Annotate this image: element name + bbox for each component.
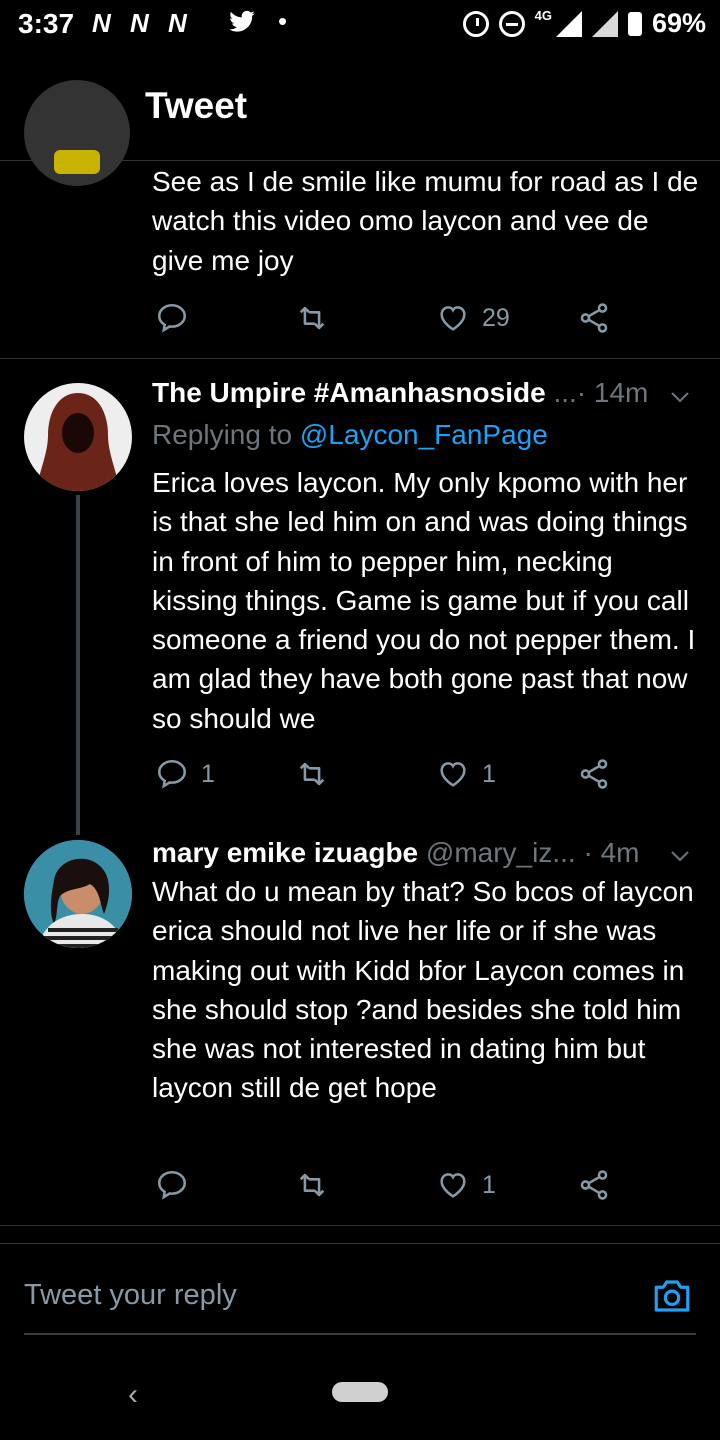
thread-line bbox=[76, 495, 80, 835]
tweet-time: · 4m bbox=[583, 837, 640, 868]
retweet-icon bbox=[299, 306, 325, 330]
camera-icon[interactable] bbox=[650, 1275, 694, 1317]
reply-icon bbox=[157, 303, 187, 333]
status-bar: 3:37 N N N • 4G 69% bbox=[0, 0, 720, 50]
tweet-text: What do u mean by that? So bcos of layco… bbox=[152, 876, 694, 1104]
status-right: 4G 69% bbox=[462, 8, 706, 39]
like-count: 1 bbox=[482, 759, 496, 788]
mention-link[interactable]: @Laycon_FanPage bbox=[300, 419, 548, 450]
page-title: Tweet bbox=[145, 85, 248, 126]
retweet-button[interactable] bbox=[295, 757, 341, 791]
reply-button[interactable]: 1 bbox=[155, 757, 215, 791]
nav-home-pill[interactable] bbox=[332, 1382, 388, 1402]
signal-icon-2 bbox=[591, 10, 618, 37]
retweet-icon bbox=[299, 1173, 325, 1197]
nav-back-icon[interactable]: ‹ bbox=[128, 1378, 138, 1412]
reply-button[interactable] bbox=[155, 1168, 201, 1202]
avatar[interactable] bbox=[24, 80, 130, 186]
reply-input[interactable]: Tweet your reply bbox=[24, 1279, 237, 1312]
like-button[interactable]: 29 bbox=[436, 301, 510, 335]
tweet-0[interactable]: See as I de smile like mumu for road as … bbox=[0, 80, 720, 358]
tweet-text: See as I de smile like mumu for road as … bbox=[152, 166, 699, 276]
battery-level: 69% bbox=[651, 8, 706, 38]
tweet-header: mary emike izuagbe @mary_iz... · 4m bbox=[152, 837, 657, 869]
author-name[interactable]: mary emike izuagbe bbox=[152, 837, 418, 868]
like-button[interactable]: 1 bbox=[436, 1168, 496, 1202]
tweet-header: The Umpire #Amanhasnoside ...· 14m bbox=[152, 377, 648, 409]
tweet-2[interactable]: mary emike izuagbe @mary_iz... · 4m What… bbox=[0, 830, 720, 1225]
heart-icon bbox=[440, 762, 466, 787]
reply-composer[interactable]: Tweet your reply bbox=[24, 1275, 696, 1335]
tweet-time: ...· 14m bbox=[553, 377, 649, 408]
retweet-icon bbox=[299, 762, 325, 786]
notification-dot: • bbox=[278, 6, 288, 36]
like-count: 29 bbox=[482, 303, 510, 332]
share-button[interactable] bbox=[577, 757, 611, 791]
do-not-disturb-icon bbox=[498, 10, 525, 37]
battery-icon bbox=[627, 11, 642, 36]
avatar[interactable] bbox=[24, 383, 132, 491]
share-button[interactable] bbox=[577, 301, 611, 335]
tweet-1[interactable]: The Umpire #Amanhasnoside ...· 14m Reply… bbox=[0, 359, 720, 835]
reply-count: 1 bbox=[201, 759, 215, 788]
reply-icon bbox=[157, 1170, 187, 1200]
replying-to: Replying to @Laycon_FanPage bbox=[152, 419, 548, 450]
tweet-text: Erica loves laycon. My only kpomo with h… bbox=[152, 467, 696, 734]
alarm-icon bbox=[462, 10, 489, 37]
share-icon bbox=[580, 1170, 608, 1200]
author-name[interactable]: The Umpire #Amanhasnoside bbox=[152, 377, 546, 408]
reply-icon bbox=[157, 759, 187, 789]
chevron-down-icon[interactable] bbox=[668, 844, 692, 868]
chevron-down-icon[interactable] bbox=[668, 385, 692, 409]
share-icon bbox=[580, 303, 608, 333]
signal-icon bbox=[555, 10, 582, 37]
carrier-icons: N N N bbox=[92, 8, 193, 38]
author-handle: @mary_iz... bbox=[425, 837, 576, 868]
network-type: 4G bbox=[534, 8, 552, 23]
divider bbox=[0, 1243, 720, 1244]
reply-button[interactable] bbox=[155, 301, 201, 335]
divider bbox=[0, 1225, 720, 1226]
avatar[interactable] bbox=[24, 840, 132, 948]
like-button[interactable]: 1 bbox=[436, 757, 496, 791]
twitter-notification-icon bbox=[226, 8, 258, 41]
share-icon bbox=[580, 759, 608, 789]
heart-icon bbox=[440, 306, 466, 331]
like-count: 1 bbox=[482, 1170, 496, 1199]
share-button[interactable] bbox=[577, 1168, 611, 1202]
heart-icon bbox=[440, 1173, 466, 1198]
status-time: 3:37 bbox=[18, 8, 75, 39]
retweet-button[interactable] bbox=[295, 1168, 341, 1202]
retweet-button[interactable] bbox=[295, 301, 341, 335]
